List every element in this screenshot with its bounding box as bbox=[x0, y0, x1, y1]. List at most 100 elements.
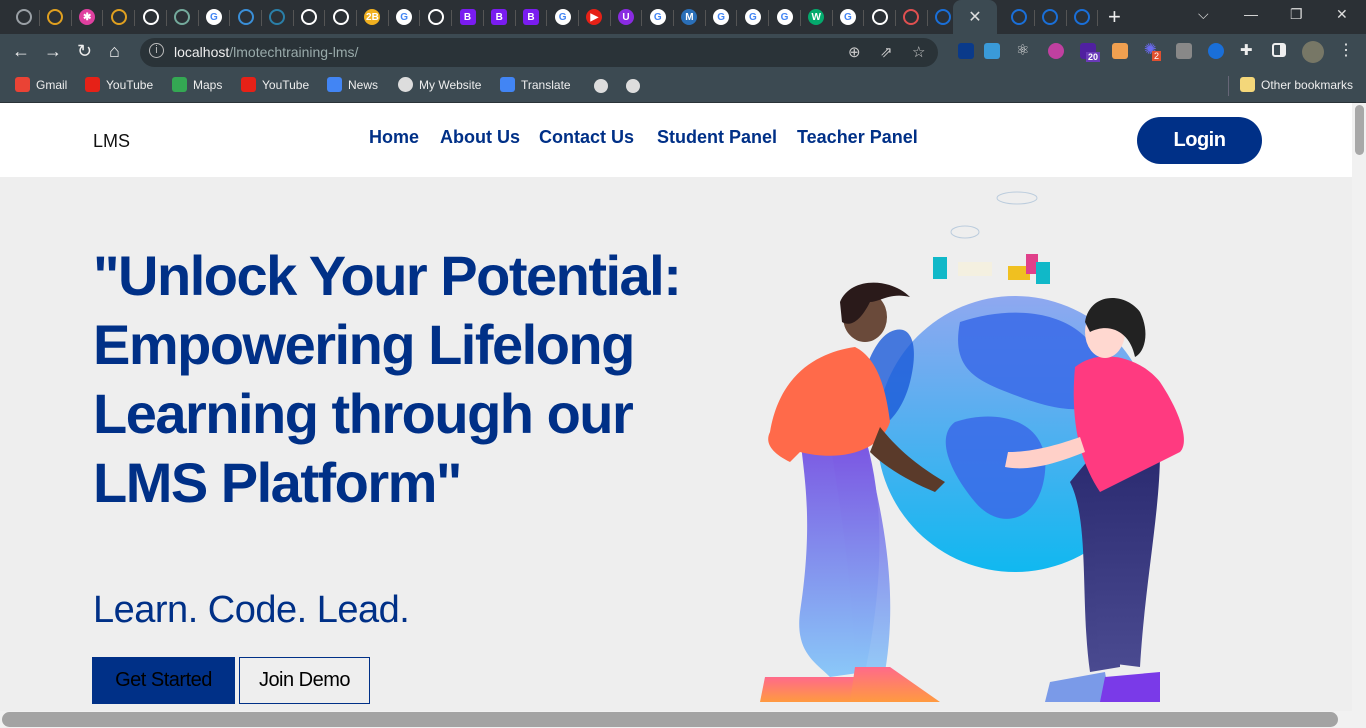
maps-icon bbox=[172, 77, 187, 92]
tab-search-icon[interactable]: ⌵ bbox=[1198, 6, 1209, 23]
vertical-scroll-thumb[interactable] bbox=[1355, 105, 1364, 155]
vertical-scrollbar[interactable] bbox=[1352, 103, 1366, 711]
browser-tab[interactable] bbox=[103, 0, 135, 34]
browser-tab[interactable] bbox=[864, 0, 896, 34]
home-icon[interactable]: ⌂ bbox=[109, 41, 120, 61]
menu-kebab-icon[interactable]: ⋮ bbox=[1338, 41, 1354, 61]
get-started-button[interactable]: Get Started bbox=[92, 657, 235, 704]
w3schools-icon: W bbox=[808, 9, 825, 25]
browser-tab[interactable]: G bbox=[769, 0, 801, 34]
browser-tab[interactable] bbox=[230, 0, 262, 34]
browser-tab[interactable]: G bbox=[198, 0, 230, 34]
web-page: LMS Home About Us Contact Us Student Pan… bbox=[0, 103, 1352, 711]
chrome-icon bbox=[332, 9, 349, 25]
browser-tab[interactable]: B bbox=[484, 0, 516, 34]
bookmark-maps[interactable]: Maps bbox=[172, 77, 222, 92]
browser-tab[interactable] bbox=[1035, 0, 1067, 34]
minimize-button[interactable]: — bbox=[1244, 6, 1258, 22]
tab-active[interactable]: ✕ bbox=[953, 0, 997, 34]
browser-tab[interactable]: ▶ bbox=[579, 0, 611, 34]
browser-tab[interactable] bbox=[262, 0, 294, 34]
bookmark-news[interactable]: News bbox=[327, 77, 378, 92]
browser-tab[interactable] bbox=[167, 0, 199, 34]
browser-tab[interactable] bbox=[40, 0, 72, 34]
tab-separator bbox=[1097, 10, 1099, 26]
firefox-extension-icon[interactable] bbox=[1208, 43, 1224, 59]
nav-about-us[interactable]: About Us bbox=[440, 127, 520, 148]
close-icon[interactable]: ✕ bbox=[967, 9, 983, 26]
bookmark-label: Translate bbox=[521, 77, 571, 92]
browser-tab[interactable]: G bbox=[642, 0, 674, 34]
side-panel-icon[interactable] bbox=[1272, 43, 1286, 57]
bookmark-gmail[interactable]: Gmail bbox=[15, 77, 67, 92]
avatar[interactable] bbox=[1302, 41, 1324, 63]
eye-icon bbox=[269, 9, 286, 25]
zoom-icon[interactable]: ⊕ bbox=[848, 43, 861, 61]
browser-tab[interactable]: U bbox=[610, 0, 642, 34]
browser-tab[interactable]: 2B bbox=[357, 0, 389, 34]
download-extension-icon[interactable] bbox=[984, 43, 1000, 59]
address-bar[interactable]: i localhost/lmotechtraining-lms/ ⊕ ⇗ ☆ bbox=[140, 38, 938, 67]
login-button[interactable]: Login bbox=[1137, 117, 1262, 164]
nav-contact-us[interactable]: Contact Us bbox=[539, 127, 634, 148]
browser-tab[interactable] bbox=[325, 0, 357, 34]
stack-icon bbox=[237, 9, 254, 25]
browser-tab[interactable]: G bbox=[832, 0, 864, 34]
bookmark-star-icon[interactable]: ☆ bbox=[912, 43, 925, 61]
google-icon: G bbox=[839, 9, 856, 25]
reload-icon[interactable]: ↻ bbox=[77, 41, 92, 61]
bookmark-translate[interactable]: Translate bbox=[500, 77, 571, 92]
globe-bookmark-icon[interactable] bbox=[626, 79, 640, 93]
browser-tab[interactable] bbox=[1066, 0, 1098, 34]
extensions-puzzle-icon[interactable]: ✚ bbox=[1240, 41, 1256, 59]
react-extension-icon[interactable]: ⚛ bbox=[1016, 41, 1032, 59]
horizontal-scroll-thumb[interactable] bbox=[2, 712, 1338, 727]
bookmark-label: YouTube bbox=[262, 77, 310, 92]
browser-tab[interactable]: B bbox=[452, 0, 484, 34]
share-icon[interactable]: ⇗ bbox=[880, 43, 893, 61]
globe-bookmark-icon[interactable] bbox=[594, 79, 608, 93]
browser-tab[interactable] bbox=[896, 0, 928, 34]
eyedropper-extension-icon[interactable] bbox=[958, 43, 974, 59]
restore-button[interactable]: ❐ bbox=[1290, 6, 1303, 23]
graduation-extension-icon[interactable]: 20 bbox=[1080, 43, 1101, 62]
horizontal-scrollbar[interactable] bbox=[0, 711, 1366, 728]
chatgpt-icon bbox=[174, 9, 191, 25]
news-icon bbox=[327, 77, 342, 92]
colorzilla-extension-icon[interactable] bbox=[1048, 43, 1064, 59]
chrome-icon bbox=[301, 9, 318, 25]
browser-tab[interactable]: G bbox=[388, 0, 420, 34]
browser-tab[interactable] bbox=[420, 0, 452, 34]
new-tab-button[interactable]: + bbox=[1108, 4, 1121, 30]
other-bookmarks[interactable]: Other bookmarks bbox=[1240, 77, 1353, 92]
browser-tab[interactable]: ✱ bbox=[71, 0, 103, 34]
browser-tab[interactable]: W bbox=[801, 0, 833, 34]
back-icon[interactable]: ← bbox=[12, 41, 30, 61]
nav-student-panel[interactable]: Student Panel bbox=[657, 127, 777, 148]
bookmark-youtube[interactable]: YouTube bbox=[241, 77, 309, 92]
person-right-torso bbox=[1073, 356, 1184, 492]
hero-subtitle: Learn. Code. Lead. bbox=[93, 589, 410, 631]
hexagon-extension-icon[interactable] bbox=[1112, 43, 1128, 59]
nav-home[interactable]: Home bbox=[369, 127, 419, 148]
join-demo-button[interactable]: Join Demo bbox=[239, 657, 370, 704]
other-bookmarks-label: Other bookmarks bbox=[1261, 77, 1354, 92]
browser-tab[interactable] bbox=[1003, 0, 1035, 34]
browser-tab[interactable]: B bbox=[515, 0, 547, 34]
browser-tab[interactable] bbox=[135, 0, 167, 34]
browser-tab[interactable]: G bbox=[737, 0, 769, 34]
browser-tab[interactable] bbox=[8, 0, 40, 34]
spark-extension-icon[interactable]: ✺ 2 bbox=[1144, 40, 1162, 61]
browser-tab[interactable]: G bbox=[547, 0, 579, 34]
camera-extension-icon[interactable] bbox=[1176, 43, 1192, 59]
site-info-icon[interactable]: i bbox=[149, 43, 164, 58]
site-logo[interactable]: LMS bbox=[93, 131, 130, 152]
nav-teacher-panel[interactable]: Teacher Panel bbox=[797, 127, 918, 148]
bookmark-youtube[interactable]: YouTube bbox=[85, 77, 153, 92]
browser-tab[interactable] bbox=[293, 0, 325, 34]
bookmark-my-website[interactable]: My Website bbox=[398, 77, 481, 92]
forward-icon[interactable]: → bbox=[44, 41, 62, 61]
browser-tab[interactable]: G bbox=[705, 0, 737, 34]
window-close-button[interactable]: ✕ bbox=[1336, 6, 1348, 23]
browser-tab[interactable]: M bbox=[674, 0, 706, 34]
